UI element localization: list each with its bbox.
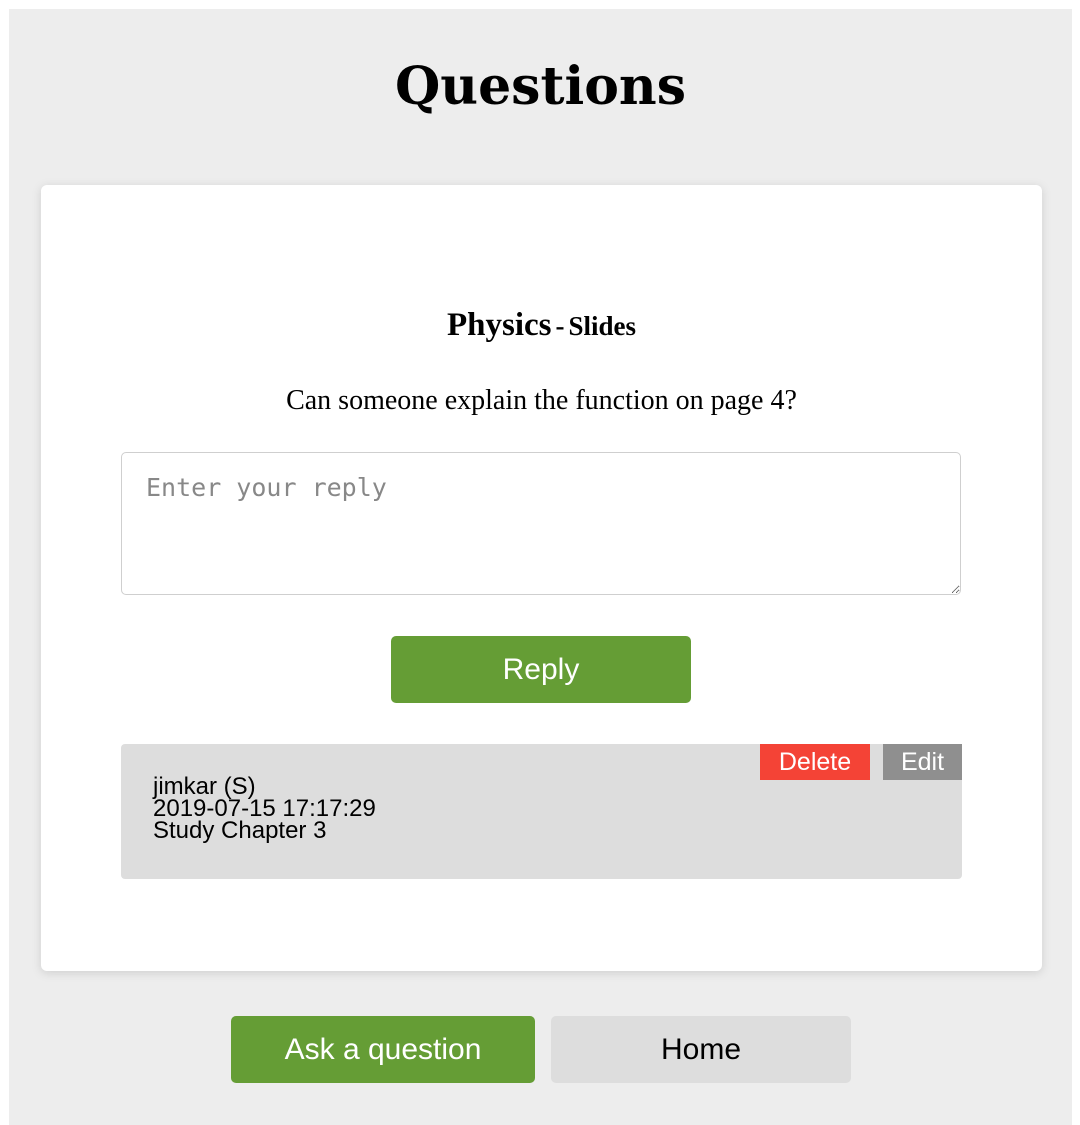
edit-button[interactable]: Edit bbox=[883, 744, 962, 780]
question-heading: Physics - Slides bbox=[41, 307, 1042, 344]
heading-separator: - bbox=[555, 311, 565, 341]
delete-button[interactable]: Delete bbox=[760, 744, 870, 780]
answer-text: Study Chapter 3 bbox=[153, 817, 327, 844]
home-button[interactable]: Home bbox=[551, 1016, 851, 1083]
reply-input[interactable] bbox=[121, 452, 961, 595]
page-title: Questions bbox=[394, 56, 686, 117]
course-name: Physics bbox=[446, 307, 552, 343]
answer-item: Delete Edit jimkar (S) 2019-07-15 17:17:… bbox=[121, 744, 962, 879]
page-background: Questions Physics - Slides Can someone e… bbox=[9, 9, 1072, 1125]
question-text: Can someone explain the function on page… bbox=[286, 385, 797, 416]
ask-question-button[interactable]: Ask a question bbox=[231, 1016, 535, 1083]
material-name: Slides bbox=[568, 311, 637, 341]
reply-button[interactable]: Reply bbox=[391, 636, 691, 703]
answer-body: jimkar (S) 2019-07-15 17:17:29 Study Cha… bbox=[153, 775, 376, 844]
question-card: Physics - Slides Can someone explain the… bbox=[41, 185, 1042, 971]
